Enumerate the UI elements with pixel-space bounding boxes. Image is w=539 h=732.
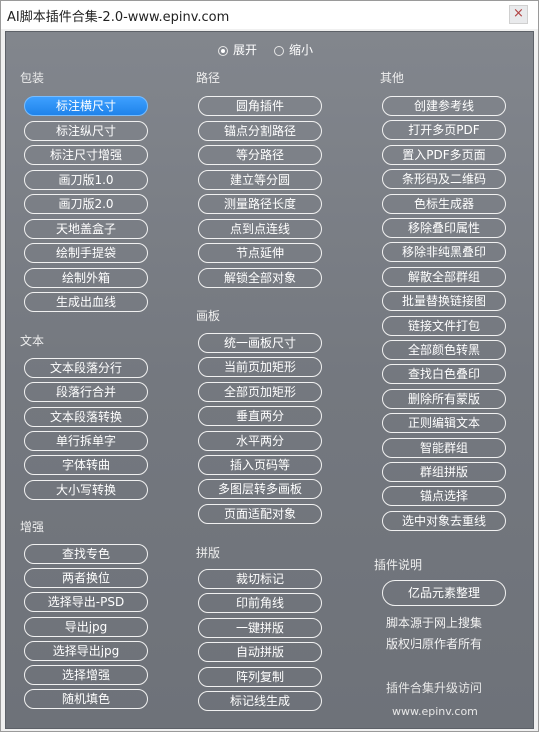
imposition-button-4[interactable]: 阵列复制: [198, 666, 322, 687]
section-header-text: 文本: [20, 334, 45, 348]
path-button-3[interactable]: 建立等分圆: [198, 169, 322, 190]
section-header-enhance: 增强: [20, 520, 45, 534]
section-header-other: 其他: [380, 71, 405, 85]
other-button-1[interactable]: 打开多页PDF: [382, 120, 506, 141]
collapse-label: 缩小: [289, 43, 314, 57]
packaging-button-8[interactable]: 生成出血线: [24, 292, 148, 312]
packaging-button-4[interactable]: 画刀版2.0: [24, 194, 148, 214]
section-header-imposition: 拼版: [196, 546, 221, 560]
enhance-button-6[interactable]: 随机填色: [24, 689, 148, 710]
packaging-button-3[interactable]: 画刀版1.0: [24, 169, 148, 190]
window-title: AI脚本插件合集-2.0-www.epinv.com: [7, 10, 230, 25]
path-button-6[interactable]: 节点延伸: [198, 243, 322, 263]
other-button-17[interactable]: 选中对象去重线: [382, 510, 506, 531]
other-button-13[interactable]: 正则编辑文本: [382, 413, 506, 434]
radio-unselected-icon: [274, 46, 284, 56]
packaging-button-0[interactable]: 标注横尺寸: [24, 96, 148, 116]
imposition-button-2[interactable]: 一键拼版: [198, 617, 322, 638]
plugin-panel: 展开 缩小 包装标注横尺寸标注纵尺寸标注尺寸增强 画刀版1.0 画刀版2.0 天地盖盒…: [5, 31, 534, 729]
other-button-5[interactable]: 移除叠印属性: [382, 218, 506, 238]
path-button-4[interactable]: 测量路径长度: [198, 194, 322, 214]
expand-radio[interactable]: 展开: [218, 42, 257, 58]
artboard-button-7[interactable]: 页面适配对象: [198, 503, 322, 524]
enhance-button-2[interactable]: 选择导出-PSD: [24, 592, 148, 613]
other-button-12[interactable]: 删除所有蒙版: [382, 388, 506, 409]
other-button-7[interactable]: 解散全部群组: [382, 266, 506, 287]
close-icon: ×: [513, 6, 524, 21]
path-button-7[interactable]: 解锁全部对象: [198, 267, 322, 288]
text-button-2[interactable]: 文本段落转换: [24, 406, 148, 427]
expand-label: 展开: [233, 43, 258, 57]
other-button-8[interactable]: 批量替换链接图: [382, 291, 506, 312]
other-button-10[interactable]: 全部颜色转黑: [382, 340, 506, 360]
other-button-16[interactable]: 锚点选择: [382, 486, 506, 507]
other-button-6[interactable]: 移除非纯黑叠印: [382, 242, 506, 263]
artboard-button-2[interactable]: 全部页加矩形: [198, 381, 322, 402]
path-button-2[interactable]: 等分路径: [198, 145, 322, 165]
app-window: AI脚本插件合集-2.0-www.epinv.com × 展开 缩小 包装标注横…: [0, 0, 539, 732]
text-button-1[interactable]: 段落行合并: [24, 382, 148, 403]
enhance-button-0[interactable]: 查找专色: [24, 544, 148, 564]
section-header-artboard: 画板: [196, 309, 221, 323]
other-button-9[interactable]: 链接文件打包: [382, 315, 506, 336]
upgrade-link[interactable]: 插件合集升级访问: [386, 682, 482, 695]
path-button-0[interactable]: 圆角插件: [198, 96, 322, 116]
packaging-button-2[interactable]: 标注尺寸增强: [24, 145, 148, 165]
packaging-button-7[interactable]: 绘制外箱: [24, 267, 148, 288]
title-bar: AI脚本插件合集-2.0-www.epinv.com ×: [1, 1, 538, 29]
close-button[interactable]: ×: [509, 5, 528, 24]
path-button-1[interactable]: 锚点分割路径: [198, 120, 322, 141]
artboard-button-3[interactable]: 垂直两分: [198, 406, 322, 427]
text-button-3[interactable]: 单行拆单字: [24, 430, 148, 451]
website-link[interactable]: www.epinv.com: [392, 705, 478, 718]
collapse-radio[interactable]: 缩小: [274, 42, 313, 58]
artboard-button-6[interactable]: 多图层转多画板: [198, 479, 322, 500]
imposition-button-0[interactable]: 裁切标记: [198, 569, 322, 589]
other-button-11[interactable]: 查找白色叠印: [382, 364, 506, 385]
path-button-5[interactable]: 点到点连线: [198, 218, 322, 239]
artboard-button-1[interactable]: 当前页加矩形: [198, 357, 322, 378]
text-button-4[interactable]: 字体转曲: [24, 455, 148, 476]
artboard-button-0[interactable]: 统一画板尺寸: [198, 333, 322, 353]
imposition-button-3[interactable]: 自动拼版: [198, 642, 322, 663]
enhance-button-5[interactable]: 选择增强: [24, 665, 148, 685]
other-button-4[interactable]: 色标生成器: [382, 193, 506, 214]
radio-selected-icon: [218, 46, 228, 56]
packaging-button-6[interactable]: 绘制手提袋: [24, 243, 148, 263]
section-header-info: 插件说明: [374, 558, 423, 572]
enhance-button-3[interactable]: 导出jpg: [24, 616, 148, 637]
artboard-button-5[interactable]: 插入页码等: [198, 455, 322, 475]
other-button-15[interactable]: 群组拼版: [382, 462, 506, 482]
artboard-button-4[interactable]: 水平两分: [198, 430, 322, 451]
text-button-5[interactable]: 大小写转换: [24, 479, 148, 500]
packaging-button-5[interactable]: 天地盖盒子: [24, 218, 148, 239]
info-line-1: 脚本源于网上搜集: [386, 616, 483, 630]
enhance-button-4[interactable]: 选择导出jpg: [24, 640, 148, 661]
enhance-button-1[interactable]: 两者换位: [24, 568, 148, 589]
imposition-button-5[interactable]: 标记线生成: [198, 691, 322, 711]
text-button-0[interactable]: 文本段落分行: [24, 358, 148, 378]
info-line-2: 版权归原作者所有: [386, 637, 483, 651]
other-button-2[interactable]: 置入PDF多页面: [382, 144, 506, 165]
packaging-button-1[interactable]: 标注纵尺寸: [24, 120, 148, 141]
yipin-element-organize-button[interactable]: 亿品元素整理: [382, 580, 506, 606]
section-header-packaging: 包装: [20, 71, 45, 85]
section-header-path: 路径: [196, 71, 221, 85]
other-button-14[interactable]: 智能群组: [382, 437, 506, 458]
other-button-3[interactable]: 条形码及二维码: [382, 169, 506, 190]
imposition-button-1[interactable]: 印前角线: [198, 593, 322, 614]
other-button-0[interactable]: 创建参考线: [382, 96, 506, 116]
